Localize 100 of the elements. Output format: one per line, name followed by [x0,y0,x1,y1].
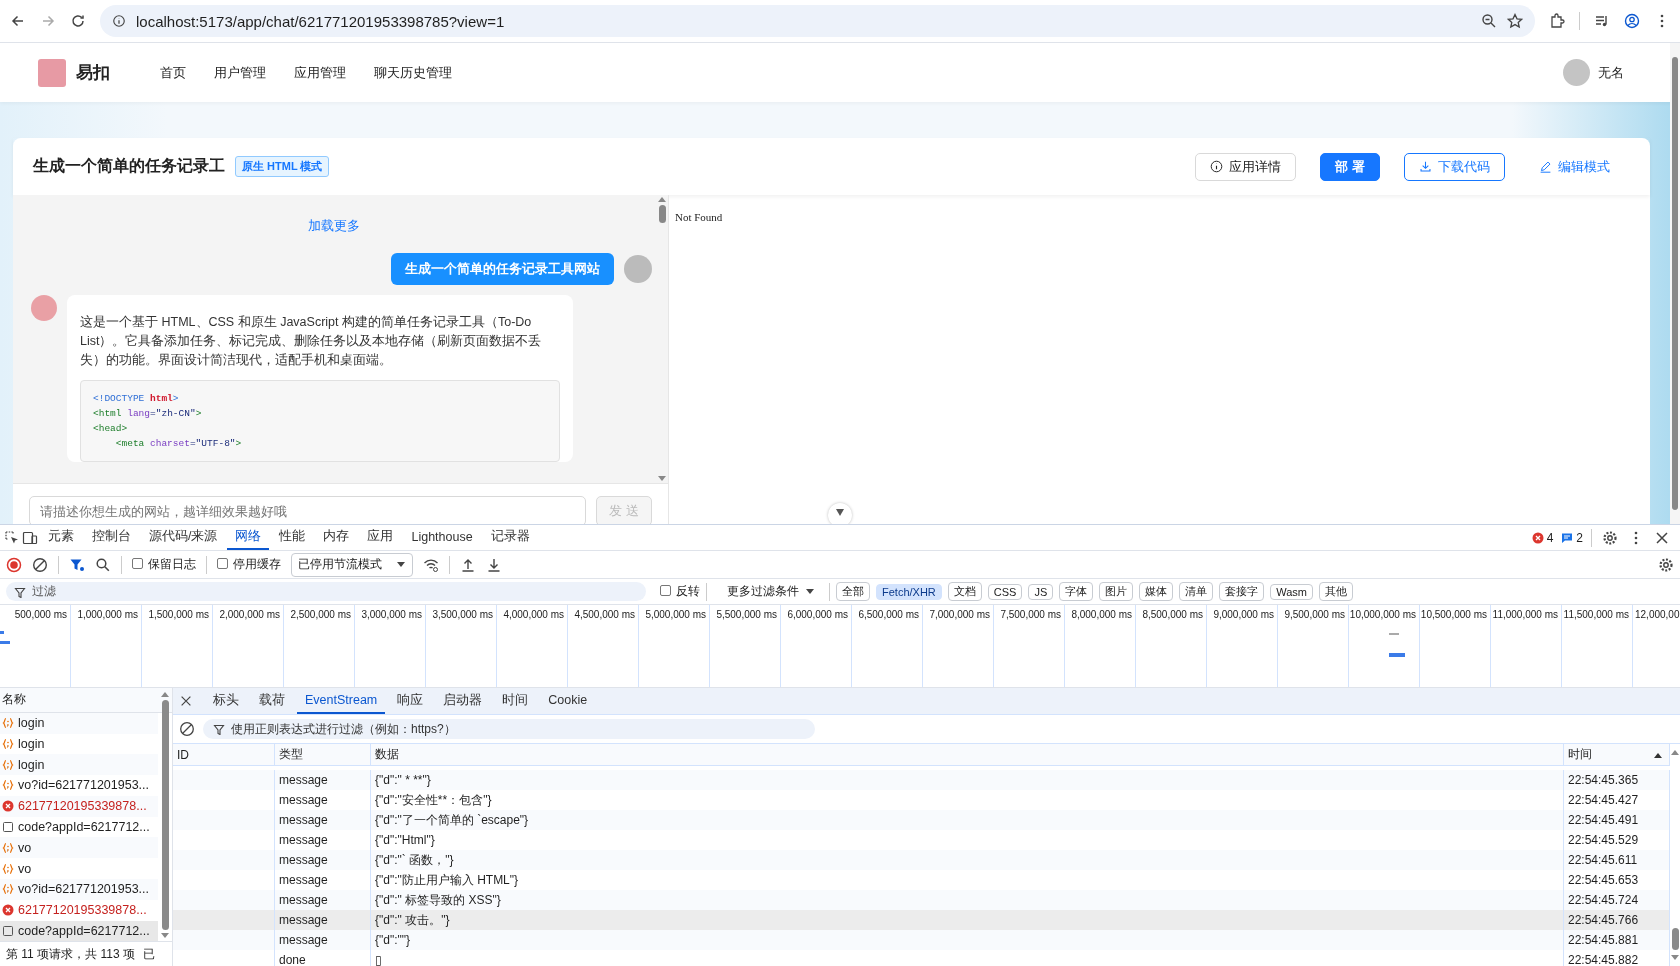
event-row[interactable]: message {"d":"` 函数，"} 22:54:45.611 [173,850,1670,870]
request-row[interactable]: vo [0,837,158,859]
request-row[interactable]: 62177120195339878... [0,899,158,921]
table-cell: message [279,813,328,827]
disable-cache-checkbox[interactable]: 停用缓存 [217,556,281,573]
type-filter-chip[interactable]: 清单 [1179,582,1214,601]
detail-tab[interactable]: 载荷 [251,688,293,714]
table-cell: 22:54:45.611 [1568,853,1638,867]
type-filter-chip[interactable]: 图片 [1099,582,1134,601]
devtools-tab[interactable]: 记录器 [482,525,538,550]
load-more-link[interactable]: 加载更多 [307,218,360,233]
table-cell: {"d":"防止用户输入 HTML"} [375,871,519,889]
nav-link[interactable]: 聊天历史管理 [360,63,466,82]
error-count[interactable]: 4 [1531,530,1554,545]
type-filter-chip[interactable]: Wasm [1270,583,1314,600]
preview-text: Not Found [675,211,723,223]
devtools-tab[interactable]: Lighthouse [403,525,481,550]
prompt-field[interactable]: 请描述你想生成的网站，越详细效果越好哦 [29,496,586,524]
type-filter-chip[interactable]: JS [1028,583,1054,600]
request-row[interactable]: vo [0,858,158,879]
table-cell: 22:54:45.766 [1568,913,1639,927]
time-tick: 7,500,000 ms [1000,609,1061,620]
detail-tab[interactable]: 时间 [494,688,537,714]
deploy-button[interactable]: 部 署 [1320,152,1380,181]
user-name[interactable]: 无名 [1598,63,1624,82]
request-row[interactable]: 62177120195339878... [0,795,158,817]
event-row[interactable]: message {"d":" 标签导致的 XSS"} 22:54:45.724 [173,890,1670,910]
request-row[interactable]: login [0,754,158,776]
column-header[interactable]: 时间 [1568,746,1592,763]
time-tick: 8,000,000 ms [1071,609,1132,620]
table-cell: 22:54:45.491 [1568,813,1639,827]
nav-link[interactable]: 用户管理 [200,63,280,82]
type-filter-chip[interactable]: 全部 [836,582,870,601]
detail-tab[interactable]: 启动器 [435,688,491,714]
type-filter-chip[interactable]: 文档 [947,582,982,601]
devtools-tab[interactable]: 应用 [359,525,402,550]
details-button[interactable]: 应用详情 [1195,152,1297,181]
table-cell: {"d":" 标签导致的 XSS"} [375,891,501,909]
event-row[interactable]: message {"d":" * **"} 22:54:45.365 [173,770,1670,790]
time-tick: 4,500,000 ms [574,609,635,620]
column-header[interactable]: 名称 [2,691,26,709]
devtools-tab[interactable]: 内存 [315,525,358,550]
code-line: <!DOCTYPE html> [93,392,180,406]
devtools-tab[interactable]: 元素 [40,525,82,550]
more-filters-dropdown[interactable]: 更多过滤条件 [727,583,815,600]
type-filter-chip[interactable]: 套接字 [1219,582,1265,601]
time-tick: 1,000,000 ms [77,609,138,620]
nav-link[interactable]: 首页 [146,63,200,82]
request-row[interactable]: code?appId=6217712... [0,920,158,942]
request-row[interactable]: login [0,733,158,755]
time-tick: 4,000,000 ms [503,609,564,620]
table-cell: 22:54:45.427 [1568,793,1639,807]
invert-checkbox[interactable]: 反转 [660,583,700,600]
devtools-tab[interactable]: 源代码/来源 [141,525,226,550]
code-line: <html lang="zh-CN"> [93,407,203,421]
time-tick: 8,500,000 ms [1142,609,1203,620]
detail-tab[interactable]: 响应 [389,688,432,714]
preserve-log-checkbox[interactable]: 保留日志 [132,556,196,573]
request-row[interactable]: login [0,712,158,734]
table-cell: message [279,893,328,907]
event-row[interactable]: message {"d":" 攻击。"} 22:54:45.766 [173,910,1670,930]
code-line: <head> [93,422,129,436]
type-filter-chip[interactable]: 字体 [1059,582,1094,601]
table-cell: 22:54:45.529 [1568,833,1639,847]
event-row[interactable]: message {"d":""} 22:54:45.881 [173,930,1670,950]
request-row[interactable]: code?appId=6217712... [0,816,158,838]
table-cell: message [279,873,328,887]
table-cell: {"d":"了一个简单的 `escape"} [375,811,529,829]
download-button[interactable]: 下载代码 [1404,152,1505,181]
type-filter-chip[interactable]: 媒体 [1139,582,1174,601]
detail-tab[interactable]: 标头 [205,688,247,714]
request-row[interactable]: vo?id=621771201953... [0,775,158,796]
message-count[interactable]: 2 [1561,530,1583,545]
table-cell: {"d":"` 函数，"} [375,851,454,869]
column-header[interactable]: 类型 [279,746,303,763]
throttling-dropdown[interactable]: 已停用节流模式 [291,552,413,577]
type-filter-chip[interactable]: Fetch/XHR [876,583,942,600]
column-header[interactable]: ID [177,747,189,762]
time-tick: 500,000 ms [14,609,67,620]
devtools-tab[interactable]: 性能 [271,525,314,550]
address-bar[interactable]: localhost:5173/app/chat/621771201953398785?view=1 [100,5,1535,37]
code-line: <meta charset="UTF-8"> [114,437,243,451]
time-tick: 6,000,000 ms [787,609,848,620]
regex-filter-field[interactable]: 使用正则表达式进行过滤（例如：https?） [203,719,815,739]
column-header[interactable]: 数据 [375,746,399,763]
message-text: 这是一个基于 HTML、CSS 和原生 JavaScript 构建的简单任务记录工具（To-Do List）。它具备添加任务、标记完成、删除任务以及本地存储（刷新页面数据不丢失）的功能。界面设计简洁现代，适配手机和桌面端。 [80,314,543,369]
time-tick: 1,500,000 ms [148,609,209,620]
type-filter-chip[interactable]: CSS [987,583,1023,600]
detail-tab[interactable]: Cookie [540,688,596,714]
type-filter-chip[interactable]: 其他 [1319,582,1354,601]
time-tick: 5,000,000 ms [645,609,706,620]
devtools-tab[interactable]: 网络 [227,525,270,550]
nav-link[interactable]: 应用管理 [280,63,360,82]
devtools-tab[interactable]: 控制台 [84,525,139,550]
request-row[interactable]: vo?id=621771201953... [0,879,158,900]
event-row[interactable]: message {"d":"了一个简单的 `escape"} 22:54:45.491 [173,810,1670,830]
filter-field[interactable]: 过滤 [6,582,646,601]
edit-mode-link[interactable]: 编辑模式 [1529,152,1620,181]
detail-tab[interactable]: EventStream [297,688,386,714]
table-cell: message [279,773,328,787]
